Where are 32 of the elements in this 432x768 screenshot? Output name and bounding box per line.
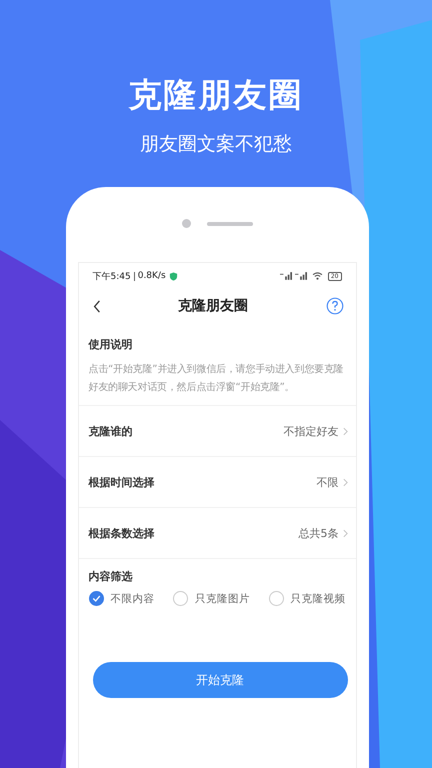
network-speed: 0.8K/s bbox=[138, 271, 166, 281]
settings-row[interactable]: 克隆谁的 不指定好友 bbox=[78, 406, 356, 457]
start-button[interactable]: 开始克隆 bbox=[92, 662, 348, 698]
settings-row[interactable]: 根据条数选择 总共5条 bbox=[78, 508, 356, 559]
camera-icon bbox=[182, 219, 190, 228]
status-time: 下午5:45 bbox=[92, 270, 131, 282]
radio-option[interactable]: 只克隆视频 bbox=[268, 591, 346, 606]
headline: 克隆朋友圈 bbox=[128, 74, 304, 116]
radio-option[interactable]: 不限内容 bbox=[88, 591, 154, 606]
radio-label: 不限内容 bbox=[110, 592, 154, 606]
radio-button[interactable] bbox=[268, 591, 284, 606]
radio-button[interactable] bbox=[88, 591, 104, 606]
settings-row[interactable]: 根据时间选择 不限 bbox=[78, 457, 356, 508]
screen-title: 克隆朋友圈 bbox=[177, 297, 249, 315]
radio-option[interactable]: 只克隆图片 bbox=[173, 591, 250, 606]
section-title: 内容筛选 bbox=[88, 569, 134, 585]
radio-label: 只克隆图片 bbox=[195, 592, 250, 606]
speaker-icon bbox=[206, 222, 252, 226]
tagline: 朋友圈文案不犯愁 bbox=[140, 132, 292, 157]
signal-icon bbox=[280, 272, 292, 280]
radio-button[interactable] bbox=[173, 591, 188, 606]
instructions-text: 点击“开始克隆”并进入到微信后，请您手动进入到您要克隆好友的聊天对话页，然后点击浮窗“开始克隆”。 bbox=[88, 362, 344, 395]
section-title: 使用说明 bbox=[88, 337, 134, 353]
back-button[interactable] bbox=[92, 300, 100, 312]
wifi-icon bbox=[312, 272, 323, 280]
shield-icon bbox=[168, 272, 178, 280]
chevron-icon bbox=[342, 478, 348, 486]
signal-icon bbox=[294, 272, 307, 280]
radio-label: 只克隆视频 bbox=[290, 592, 346, 606]
chevron-icon bbox=[342, 528, 348, 538]
help-icon[interactable] bbox=[326, 297, 344, 315]
chevron-icon bbox=[342, 426, 348, 436]
